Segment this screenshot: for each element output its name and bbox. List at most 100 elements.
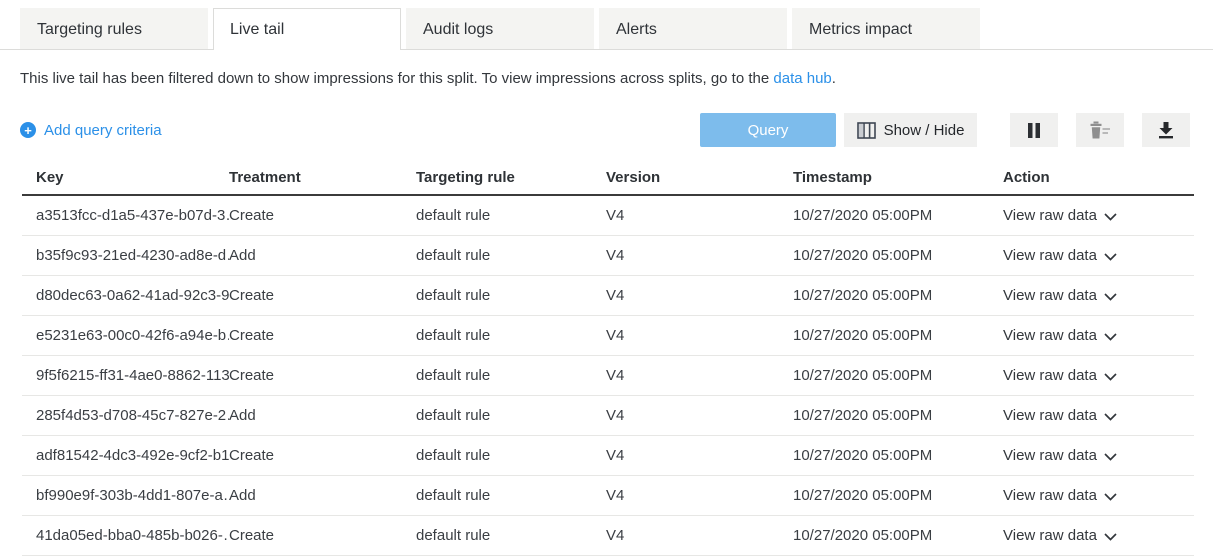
query-button[interactable]: Query (700, 113, 836, 147)
show-hide-columns-button[interactable]: Show / Hide (844, 113, 977, 147)
version-cell: V4 (606, 327, 793, 344)
targeting-rule-cell: default rule (416, 407, 606, 424)
chevron-down-icon (1104, 448, 1117, 465)
chevron-down-icon (1104, 288, 1117, 305)
treatment-cell: Create (229, 327, 416, 344)
treatment-cell: Create (229, 207, 416, 224)
key-cell: 9f5f6215-ff31-4ae0-8862-113… (22, 367, 229, 384)
chevron-down-icon (1104, 248, 1117, 265)
timestamp-cell: 10/27/2020 05:00PM (793, 287, 1003, 304)
key-cell: a3513fcc-d1a5-437e-b07d-3… (22, 207, 229, 224)
description-period: . (832, 70, 836, 87)
tab-metrics-impact[interactable]: Metrics impact (792, 8, 980, 49)
clear-log-button[interactable] (1076, 113, 1124, 147)
view-raw-data-label: View raw data (1003, 287, 1097, 304)
view-raw-data-dropdown[interactable]: View raw data (1003, 326, 1194, 345)
timestamp-cell: 10/27/2020 05:00PM (793, 367, 1003, 384)
table-row: e5231e63-00c0-42f6-a94e-b… Create defaul… (22, 316, 1194, 356)
live-tail-description: This live tail has been filtered down to… (20, 70, 1193, 87)
treatment-cell: Create (229, 447, 416, 464)
column-header-treatment: Treatment (229, 169, 416, 186)
toolbar: + Add query criteria Query Show / Hide (20, 113, 1190, 147)
description-text: This live tail has been filtered down to… (20, 70, 773, 87)
view-raw-data-label: View raw data (1003, 407, 1097, 424)
data-hub-link[interactable]: data hub (773, 70, 831, 87)
clear-trash-icon (1089, 121, 1111, 139)
targeting-rule-cell: default rule (416, 287, 606, 304)
view-raw-data-dropdown[interactable]: View raw data (1003, 206, 1194, 225)
chevron-down-icon (1104, 368, 1117, 385)
version-cell: V4 (606, 447, 793, 464)
tab-bar: Targeting rules Live tail Audit logs Ale… (0, 0, 1213, 50)
column-header-targeting-rule: Targeting rule (416, 169, 606, 186)
column-header-key: Key (22, 169, 229, 186)
table-row: d80dec63-0a62-41ad-92c3-9… Create defaul… (22, 276, 1194, 316)
table-body: a3513fcc-d1a5-437e-b07d-3… Create defaul… (22, 196, 1194, 556)
treatment-cell: Create (229, 527, 416, 544)
show-hide-label: Show / Hide (884, 122, 965, 139)
chevron-down-icon (1104, 488, 1117, 505)
version-cell: V4 (606, 207, 793, 224)
table-row: 9f5f6215-ff31-4ae0-8862-113… Create defa… (22, 356, 1194, 396)
download-button[interactable] (1142, 113, 1190, 147)
view-raw-data-dropdown[interactable]: View raw data (1003, 286, 1194, 305)
column-header-timestamp: Timestamp (793, 169, 1003, 186)
pause-button[interactable] (1010, 113, 1058, 147)
targeting-rule-cell: default rule (416, 527, 606, 544)
targeting-rule-cell: default rule (416, 327, 606, 344)
table-row: 41da05ed-bba0-485b-b026-… Create default… (22, 516, 1194, 556)
version-cell: V4 (606, 367, 793, 384)
column-header-action: Action (1003, 169, 1194, 186)
tab-targeting-rules[interactable]: Targeting rules (20, 8, 208, 49)
columns-icon (857, 122, 876, 139)
version-cell: V4 (606, 527, 793, 544)
treatment-cell: Add (229, 247, 416, 264)
view-raw-data-label: View raw data (1003, 527, 1097, 544)
targeting-rule-cell: default rule (416, 487, 606, 504)
live-tail-table: Key Treatment Targeting rule Version Tim… (22, 161, 1194, 556)
table-row: a3513fcc-d1a5-437e-b07d-3… Create defaul… (22, 196, 1194, 236)
treatment-cell: Create (229, 367, 416, 384)
table-row: 285f4d53-d708-45c7-827e-2… Add default r… (22, 396, 1194, 436)
timestamp-cell: 10/27/2020 05:00PM (793, 247, 1003, 264)
timestamp-cell: 10/27/2020 05:00PM (793, 327, 1003, 344)
treatment-cell: Create (229, 287, 416, 304)
timestamp-cell: 10/27/2020 05:00PM (793, 487, 1003, 504)
download-icon (1157, 121, 1175, 139)
version-cell: V4 (606, 487, 793, 504)
chevron-down-icon (1104, 328, 1117, 345)
view-raw-data-dropdown[interactable]: View raw data (1003, 406, 1194, 425)
table-row: b35f9c93-21ed-4230-ad8e-d… Add default r… (22, 236, 1194, 276)
view-raw-data-label: View raw data (1003, 487, 1097, 504)
view-raw-data-dropdown[interactable]: View raw data (1003, 526, 1194, 545)
plus-circle-icon: + (20, 122, 36, 138)
tab-alerts[interactable]: Alerts (599, 8, 787, 49)
table-row: adf81542-4dc3-492e-9cf2-b1… Create defau… (22, 436, 1194, 476)
timestamp-cell: 10/27/2020 05:00PM (793, 527, 1003, 544)
tab-audit-logs[interactable]: Audit logs (406, 8, 594, 49)
view-raw-data-label: View raw data (1003, 447, 1097, 464)
view-raw-data-label: View raw data (1003, 327, 1097, 344)
version-cell: V4 (606, 287, 793, 304)
chevron-down-icon (1104, 408, 1117, 425)
timestamp-cell: 10/27/2020 05:00PM (793, 407, 1003, 424)
targeting-rule-cell: default rule (416, 367, 606, 384)
version-cell: V4 (606, 247, 793, 264)
key-cell: bf990e9f-303b-4dd1-807e-a… (22, 487, 229, 504)
view-raw-data-dropdown[interactable]: View raw data (1003, 446, 1194, 465)
view-raw-data-dropdown[interactable]: View raw data (1003, 366, 1194, 385)
key-cell: 285f4d53-d708-45c7-827e-2… (22, 407, 229, 424)
table-row: bf990e9f-303b-4dd1-807e-a… Add default r… (22, 476, 1194, 516)
view-raw-data-dropdown[interactable]: View raw data (1003, 486, 1194, 505)
targeting-rule-cell: default rule (416, 247, 606, 264)
table-header-row: Key Treatment Targeting rule Version Tim… (22, 161, 1194, 196)
targeting-rule-cell: default rule (416, 447, 606, 464)
treatment-cell: Add (229, 487, 416, 504)
key-cell: adf81542-4dc3-492e-9cf2-b1… (22, 447, 229, 464)
timestamp-cell: 10/27/2020 05:00PM (793, 207, 1003, 224)
timestamp-cell: 10/27/2020 05:00PM (793, 447, 1003, 464)
add-query-criteria-link[interactable]: + Add query criteria (20, 122, 162, 139)
tab-live-tail[interactable]: Live tail (213, 8, 401, 50)
view-raw-data-dropdown[interactable]: View raw data (1003, 246, 1194, 265)
chevron-down-icon (1104, 528, 1117, 545)
